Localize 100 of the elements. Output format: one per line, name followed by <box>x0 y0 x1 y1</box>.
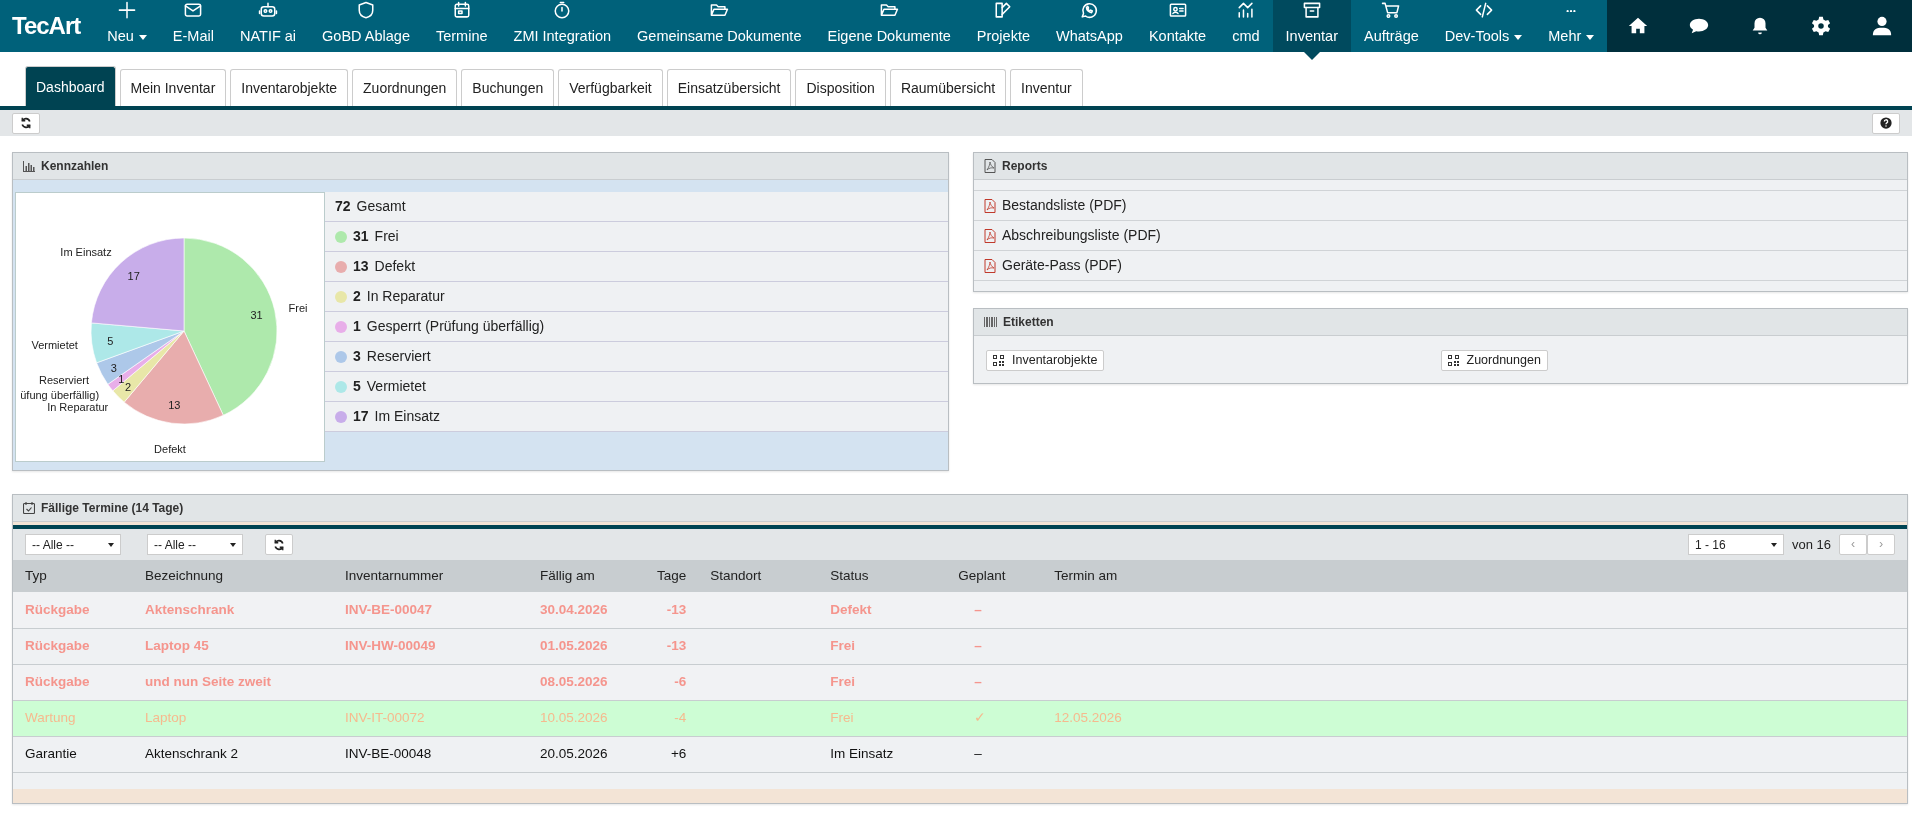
legend-count: 31 <box>353 227 369 246</box>
slice-value: 13 <box>168 398 181 411</box>
table-cell: Laptop 45 <box>145 637 209 653</box>
refresh-button[interactable] <box>265 534 293 555</box>
qr-code-icon <box>1447 355 1459 366</box>
tab[interactable]: Zuordnungen <box>352 69 458 106</box>
nav-item[interactable]: Neu <box>94 0 160 52</box>
table-cell: +6 <box>670 745 687 761</box>
column-header: Fällig am <box>528 560 645 592</box>
nav-item[interactable]: NATIF ai <box>226 0 310 52</box>
page-dropdown[interactable]: 1 - 16 <box>1687 534 1784 555</box>
user-icon[interactable] <box>1870 15 1893 37</box>
filter-dropdown[interactable]: -- Alle -- <box>147 534 243 555</box>
nav-item[interactable]: GoBD Ablage <box>309 0 423 52</box>
legend-count: 17 <box>353 407 369 426</box>
selection-pointer <box>1303 52 1320 60</box>
pdf-file-icon <box>984 258 996 273</box>
panel-title: Reports <box>1002 158 1048 175</box>
label-button[interactable]: Zuordnungen <box>1440 350 1548 371</box>
table-cell: Frei <box>830 637 856 653</box>
table-cell: INV-IT-00072 <box>345 709 425 725</box>
legend-count: 2 <box>353 287 361 306</box>
slice-label: Defekt <box>154 443 186 456</box>
nav-item[interactable]: Kontakte <box>1135 0 1220 52</box>
report-link[interactable]: Bestandsliste (PDF) <box>1002 195 1127 216</box>
slice-label: üfung überfällig) <box>20 388 100 401</box>
help-button[interactable] <box>1872 112 1900 134</box>
brand-logo[interactable]: TecArt <box>0 0 95 52</box>
nav-item[interactable]: Projekte <box>963 0 1043 52</box>
pdf-file-icon <box>984 198 996 213</box>
tab[interactable]: Einsatzübersicht <box>666 69 792 106</box>
report-link[interactable]: Geräte-Pass (PDF) <box>1002 255 1122 276</box>
settings-icon[interactable] <box>1809 15 1832 37</box>
column-header: Bezeichnung <box>133 560 333 592</box>
slice-label: Vermietet <box>31 339 78 351</box>
qr-code-icon <box>993 355 1004 366</box>
tab[interactable]: Inventur <box>1010 69 1083 106</box>
label-button[interactable]: Inventarobjekte <box>986 350 1105 371</box>
nav-item[interactable]: Eigene Dokumente <box>814 0 964 52</box>
shield-icon <box>355 0 377 21</box>
refresh-button[interactable] <box>12 112 40 134</box>
slice-value: 3 <box>110 361 117 374</box>
table-cell: Defekt <box>830 601 872 617</box>
tab[interactable]: Buchungen <box>461 69 555 106</box>
nav-item[interactable]: cmd <box>1219 0 1273 52</box>
calendar-check-icon <box>23 502 35 514</box>
table-cell: Rückgabe <box>25 673 90 689</box>
tab[interactable]: Inventarobjekte <box>230 69 349 106</box>
table-cell: Im Einsatz <box>830 745 894 761</box>
legend-count: 1 <box>353 317 361 336</box>
slice-value: 1 <box>118 373 125 386</box>
column-header: Status <box>818 560 947 592</box>
legend-label: Frei <box>374 227 399 246</box>
table-cell: – <box>974 745 982 761</box>
nav-item[interactable]: WhatsApp <box>1043 0 1136 52</box>
document-icon <box>984 159 996 173</box>
nav-item[interactable]: Gemeinsame Dokumente <box>624 0 815 52</box>
table-cell: -6 <box>674 673 687 689</box>
panel-title: Kennzahlen <box>41 158 109 175</box>
slice-label: Reserviert <box>38 374 90 387</box>
nav-item[interactable]: Aufträge <box>1350 0 1432 52</box>
table-cell: -4 <box>674 709 687 725</box>
table-cell: Frei <box>830 709 854 725</box>
legend-count: 5 <box>353 377 361 396</box>
table-cell: Wartung <box>25 709 76 725</box>
nav-item[interactable]: Termine <box>422 0 501 52</box>
legend-count: 72 <box>335 197 351 216</box>
tab[interactable]: Raumübersicht <box>889 69 1007 106</box>
nav-item[interactable]: Dev-Tools <box>1431 0 1536 52</box>
table-cell: 08.05.2026 <box>540 673 608 689</box>
legend-count: 3 <box>353 347 361 366</box>
table-cell: Laptop <box>145 709 187 725</box>
nav-item[interactable]: E-Mail <box>159 0 227 52</box>
help-icon <box>1880 117 1892 129</box>
refresh-icon <box>20 117 32 129</box>
table-cell: Aktenschrank <box>145 601 235 617</box>
column-header: Geplant <box>946 560 1043 592</box>
table-cell: 10.05.2026 <box>540 709 608 725</box>
tab[interactable]: Mein Inventar <box>119 69 227 106</box>
panel-title: Fällige Termine (14 Tage) <box>41 500 184 517</box>
nav-item[interactable]: ZMI Integration <box>500 0 625 52</box>
table-cell: 20.05.2026 <box>540 745 608 761</box>
report-link[interactable]: Abschreibungsliste (PDF) <box>1002 225 1161 246</box>
table-cell: ✓ <box>974 709 987 725</box>
slice-value: 17 <box>127 270 140 283</box>
column-header: Typ <box>13 560 133 592</box>
barcode-icon <box>984 317 997 327</box>
slice-value: 5 <box>107 334 114 347</box>
more-menu[interactable]: Mehr <box>1535 0 1608 52</box>
legend-label: Gesperrt (Prüfung überfällig) <box>366 317 545 336</box>
slice-label: Im Einsatz <box>60 246 112 259</box>
filter-dropdown[interactable]: -- Alle -- <box>25 534 121 555</box>
table-cell: 01.05.2026 <box>540 637 608 653</box>
tab[interactable]: Disposition <box>795 69 886 106</box>
refresh-icon <box>273 538 285 551</box>
table-cell: Frei <box>830 673 856 689</box>
table-cell: INV-BE-00047 <box>345 601 433 617</box>
tab[interactable]: Dashboard <box>25 66 116 106</box>
tab[interactable]: Verfügbarkeit <box>558 69 663 106</box>
table-cell: 30.04.2026 <box>540 601 608 617</box>
